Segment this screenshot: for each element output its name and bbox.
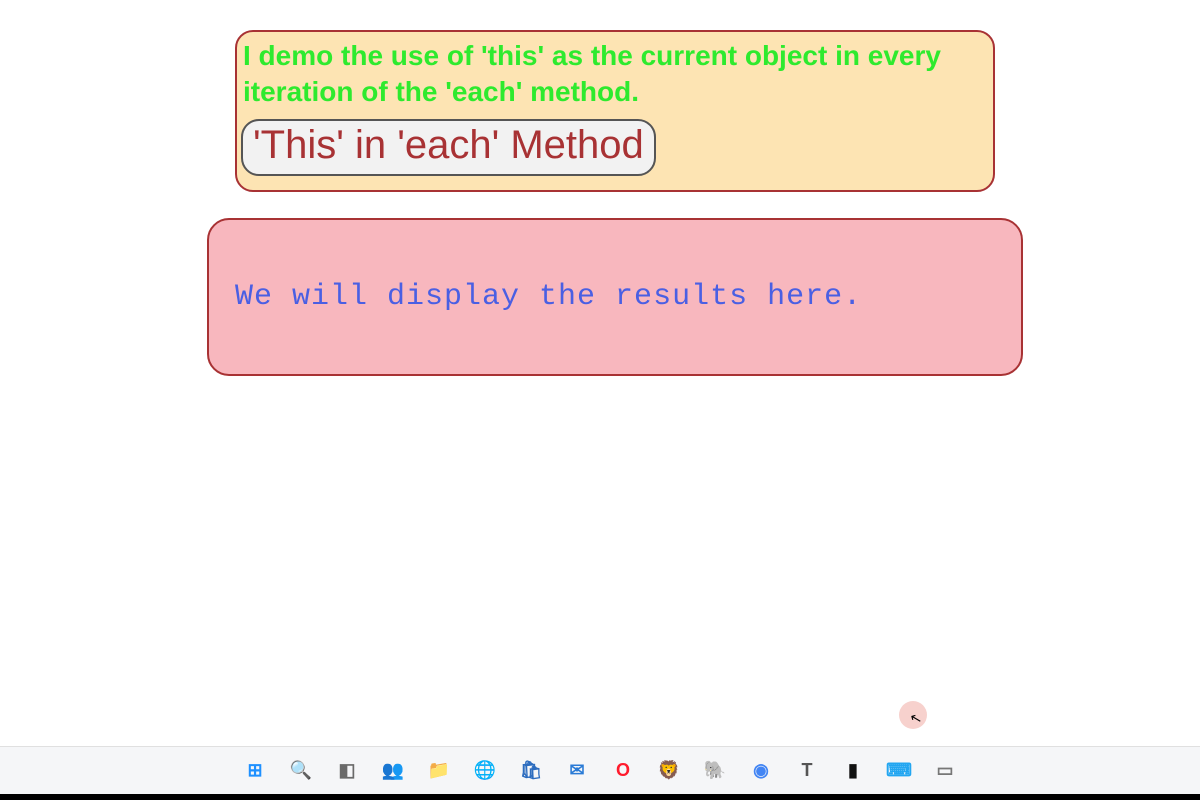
brave-icon[interactable]: 🦁 <box>654 756 684 786</box>
text-icon[interactable]: T <box>792 756 822 786</box>
cursor-highlight <box>899 701 927 729</box>
taskbar: ⊞ 🔍 ◧ 👥 📁 🌐 🛍 ✉ O 🦁 🐘 ◉ T ▮ ⌨ ▭ <box>0 746 1200 794</box>
button-wrap: 'This' in 'each' Method <box>241 119 993 176</box>
mail-icon[interactable]: ✉ <box>562 756 592 786</box>
store-icon[interactable]: 🛍 <box>516 756 546 786</box>
screentogif-icon[interactable]: ▭ <box>930 756 960 786</box>
results-card: We will display the results here. <box>207 218 1023 376</box>
intro-text: I demo the use of 'this' as the current … <box>237 38 993 111</box>
evernote-icon[interactable]: 🐘 <box>700 756 730 786</box>
terminal-icon[interactable]: ▮ <box>838 756 868 786</box>
start-icon[interactable]: ⊞ <box>240 756 270 786</box>
edge-icon[interactable]: 🌐 <box>470 756 500 786</box>
teams-icon[interactable]: 👥 <box>378 756 408 786</box>
demo-intro-card: I demo the use of 'this' as the current … <box>235 30 995 192</box>
chrome-icon[interactable]: ◉ <box>746 756 776 786</box>
vscode-icon[interactable]: ⌨ <box>884 756 914 786</box>
explorer-icon[interactable]: 📁 <box>424 756 454 786</box>
search-icon[interactable]: 🔍 <box>286 756 316 786</box>
bottom-border <box>0 794 1200 800</box>
taskview-icon[interactable]: ◧ <box>332 756 362 786</box>
run-demo-button[interactable]: 'This' in 'each' Method <box>241 119 656 176</box>
opera-icon[interactable]: O <box>608 756 638 786</box>
results-text: We will display the results here. <box>235 280 862 314</box>
